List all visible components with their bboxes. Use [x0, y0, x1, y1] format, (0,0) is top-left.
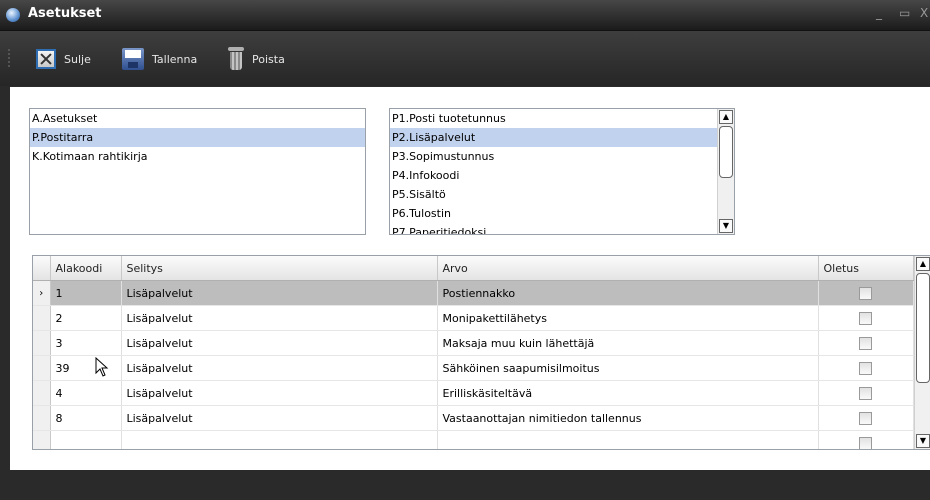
column-header-oletus[interactable]: Oletus [818, 256, 914, 281]
mouse-pointer-icon [95, 357, 109, 377]
description-cell[interactable]: Lisäpalvelut [121, 380, 438, 406]
settings-panel: A.Asetukset P.Postitarra K.Kotimaan rahtik… [10, 87, 930, 470]
row-header[interactable]: › [33, 280, 51, 306]
table-row[interactable]: 8 Lisäpalvelut Vastaanottajan nimitiedon t… [33, 405, 914, 431]
value-cell[interactable]: Monipakettilähetys [437, 305, 819, 331]
toolbar: Sulje Tallenna Poista [0, 31, 930, 86]
subcategory-list-item[interactable]: P6.Tulostin [390, 204, 734, 223]
value-cell[interactable]: Vastaanottajan nimitiedon tallennus [437, 405, 819, 431]
subcategory-list-item[interactable]: P7.Paperitiedoksi [390, 223, 734, 234]
subcategory-list-item[interactable]: P5.Sisältö [390, 185, 734, 204]
grid-scroll-up-icon[interactable]: ▲ [916, 257, 930, 271]
default-cell [818, 405, 914, 431]
maximize-button[interactable]: ▭ [899, 6, 910, 20]
description-cell[interactable]: Lisäpalvelut [121, 355, 438, 381]
table-row[interactable]: 2 Lisäpalvelut Monipakettilähetys [33, 305, 914, 331]
category-list-item[interactable]: P.Postitarra [30, 128, 365, 147]
scroll-thumb[interactable] [719, 126, 733, 178]
toolbar-grip [8, 49, 12, 67]
subcategory-list-item[interactable]: P1.Posti tuotetunnus [390, 109, 734, 128]
default-checkbox[interactable] [858, 286, 872, 300]
column-header-arvo[interactable]: Arvo [437, 256, 819, 281]
table-row[interactable]: 3 Lisäpalvelut Maksaja muu kuin lähettäjä [33, 330, 914, 356]
default-checkbox[interactable] [858, 311, 872, 325]
delete-button[interactable]: Poista [228, 46, 285, 72]
default-cell [818, 280, 914, 306]
category-list-item[interactable]: A.Asetukset [30, 109, 365, 128]
default-cell [818, 330, 914, 356]
minimize-button[interactable]: _ [876, 6, 882, 20]
value-cell[interactable]: Postiennakko [437, 280, 819, 306]
status-bar [0, 470, 930, 500]
subcategory-scrollbar[interactable]: ▲ ▼ [717, 109, 734, 234]
row-header-corner [33, 256, 51, 281]
title-bar: Asetukset _ ▭ X [0, 0, 930, 31]
table-row[interactable]: 4 Lisäpalvelut Erilliskäsiteltävä [33, 380, 914, 406]
description-cell[interactable] [121, 430, 438, 449]
save-button[interactable]: Tallenna [122, 46, 197, 72]
default-cell [818, 305, 914, 331]
trash-icon [228, 47, 244, 71]
subcategory-list-item[interactable]: P4.Infokoodi [390, 166, 734, 185]
grid-scrollbar[interactable]: ▲ ▼ [914, 256, 930, 449]
description-cell[interactable]: Lisäpalvelut [121, 280, 438, 306]
code-cell[interactable]: 8 [50, 405, 122, 431]
category-list-item[interactable]: K.Kotimaan rahtikirja [30, 147, 365, 166]
category-list[interactable]: A.Asetukset P.Postitarra K.Kotimaan rahtik… [29, 108, 366, 235]
row-header[interactable] [33, 430, 51, 449]
code-cell[interactable]: 3 [50, 330, 122, 356]
row-header[interactable] [33, 355, 51, 381]
code-cell[interactable]: 1 [50, 280, 122, 306]
subcategory-list-item[interactable]: P3.Sopimustunnus [390, 147, 734, 166]
app-icon [6, 8, 20, 22]
code-cell[interactable] [50, 430, 122, 449]
scroll-up-icon[interactable]: ▲ [719, 110, 733, 124]
row-header[interactable] [33, 380, 51, 406]
window-title: Asetukset [28, 6, 102, 21]
subcategory-list-item[interactable]: P2.Lisäpalvelut [390, 128, 734, 147]
value-cell[interactable] [437, 430, 819, 449]
save-button-label: Tallenna [152, 52, 198, 66]
table-row[interactable] [33, 430, 914, 449]
default-checkbox[interactable] [858, 361, 872, 375]
value-cell[interactable]: Maksaja muu kuin lähettäjä [437, 330, 819, 356]
row-header[interactable] [33, 330, 51, 356]
column-header-alakoodi[interactable]: Alakoodi [50, 256, 122, 281]
default-checkbox[interactable] [858, 336, 872, 350]
description-cell[interactable]: Lisäpalvelut [121, 305, 438, 331]
value-cell[interactable]: Sähköinen saapumisilmoitus [437, 355, 819, 381]
default-checkbox[interactable] [858, 411, 872, 425]
table-row[interactable]: › 1 Lisäpalvelut Postiennakko [33, 280, 914, 306]
code-grid: Alakoodi Selitys Arvo Oletus › 1 Lisäpalve… [32, 255, 930, 450]
scroll-down-icon[interactable]: ▼ [719, 219, 733, 233]
close-button-label: Sulje [64, 52, 91, 66]
subcategory-list[interactable]: P1.Posti tuotetunnus P2.Lisäpalvelut P3.So… [389, 108, 735, 235]
code-cell[interactable]: 4 [50, 380, 122, 406]
grid-scroll-thumb[interactable] [916, 273, 930, 383]
close-button[interactable]: Sulje [36, 46, 91, 72]
code-cell[interactable]: 2 [50, 305, 122, 331]
description-cell[interactable]: Lisäpalvelut [121, 405, 438, 431]
delete-button-label: Poista [252, 52, 285, 66]
close-icon [36, 49, 56, 69]
column-header-selitys[interactable]: Selitys [121, 256, 438, 281]
default-cell [818, 355, 914, 381]
save-icon [122, 48, 144, 70]
default-checkbox[interactable] [858, 436, 872, 449]
row-header[interactable] [33, 305, 51, 331]
value-cell[interactable]: Erilliskäsiteltävä [437, 380, 819, 406]
default-cell [818, 380, 914, 406]
default-checkbox[interactable] [858, 386, 872, 400]
close-window-button[interactable]: X [920, 6, 928, 20]
row-header[interactable] [33, 405, 51, 431]
table-row[interactable]: 39 Lisäpalvelut Sähköinen saapumisilmoitus [33, 355, 914, 381]
grid-scroll-down-icon[interactable]: ▼ [916, 434, 930, 448]
default-cell [818, 430, 914, 449]
description-cell[interactable]: Lisäpalvelut [121, 330, 438, 356]
